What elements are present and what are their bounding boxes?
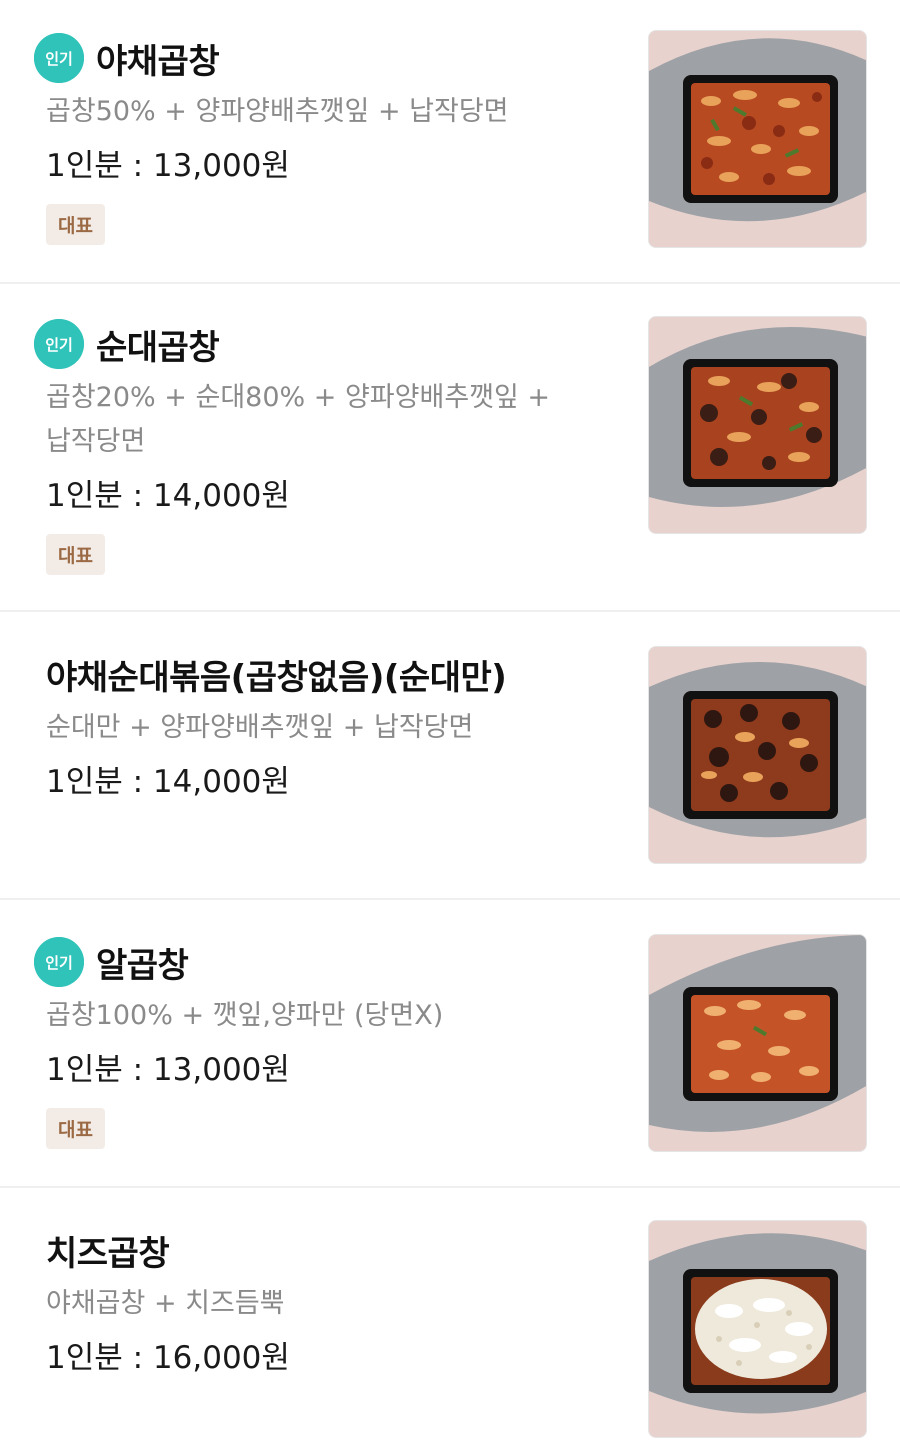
menu-item-cheese-gopchang[interactable]: 치즈곱창 야채곱창 + 치즈듬뿍 1인분 : 16,000원 (0, 1188, 900, 1444)
stir-fried-gopchang-photo[interactable] (648, 30, 867, 248)
sundae-gopchang-photo[interactable] (648, 316, 867, 534)
menu-item-description: 곱창20% + 순대80% + 양파양배추깻잎 + 납작당면 (46, 376, 606, 464)
menu-list: 인기 야채곱창 곱창50% + 양파양배추깻잎 + 납작당면 1인분 : 13,… (0, 0, 900, 1444)
menu-item-name: 치즈곱창 (46, 1233, 170, 1274)
menu-item-al-gopchang[interactable]: 인기 알곱창 곱창100% + 깻잎,양파만 (당면X) 1인분 : 13,00… (0, 900, 900, 1188)
description-line: 납작당면 (46, 426, 146, 457)
al-gopchang-photo[interactable] (648, 934, 867, 1152)
popular-badge: 인기 (34, 33, 84, 83)
menu-item-text: 치즈곱창 야채곱창 + 치즈듬뿍 1인분 : 16,000원 (46, 1222, 606, 1378)
title-row: 인기 알곱창 (34, 934, 606, 990)
description-line: 곱창100% + 깻잎,양파만 (당면X) (46, 1000, 444, 1031)
menu-item-name: 알곱창 (96, 945, 189, 986)
menu-item-price: 1인분 : 14,000원 (46, 764, 290, 800)
menu-item-description: 야채곱창 + 치즈듬뿍 (46, 1282, 606, 1326)
menu-item-text: 인기 야채곱창 곱창50% + 양파양배추깻잎 + 납작당면 1인분 : 13,… (34, 30, 606, 245)
title-row: 인기 야채곱창 (34, 30, 606, 86)
menu-item-name: 야채순대볶음(곱창없음)(순대만) (46, 657, 507, 698)
sundae-bokkeum-photo[interactable] (648, 646, 867, 864)
description-line: 곱창50% + 양파양배추깻잎 + 납작당면 (46, 96, 509, 127)
representative-tag: 대표 (46, 1108, 105, 1149)
menu-item-description: 곱창100% + 깻잎,양파만 (당면X) (46, 994, 606, 1038)
menu-item-price: 1인분 : 14,000원 (46, 478, 290, 514)
menu-item-sundae-gopchang[interactable]: 인기 순대곱창 곱창20% + 순대80% + 양파양배추깻잎 + 납작당면 1… (0, 284, 900, 612)
menu-item-description: 곱창50% + 양파양배추깻잎 + 납작당면 (46, 90, 606, 134)
menu-item-text: 인기 순대곱창 곱창20% + 순대80% + 양파양배추깻잎 + 납작당면 1… (34, 316, 606, 575)
popular-badge: 인기 (34, 319, 84, 369)
menu-item-text: 인기 알곱창 곱창100% + 깻잎,양파만 (당면X) 1인분 : 13,00… (34, 934, 606, 1149)
menu-item-price: 1인분 : 13,000원 (46, 1052, 290, 1088)
menu-item-price: 1인분 : 16,000원 (46, 1340, 290, 1376)
cheese-gopchang-photo[interactable] (648, 1220, 867, 1438)
title-row: 야채순대볶음(곱창없음)(순대만) (46, 646, 606, 702)
menu-item-name: 순대곱창 (96, 327, 220, 368)
menu-item-text: 야채순대볶음(곱창없음)(순대만) 순대만 + 양파양배추깻잎 + 납작당면 1… (46, 646, 606, 802)
menu-item-yachae-gopchang[interactable]: 인기 야채곱창 곱창50% + 양파양배추깻잎 + 납작당면 1인분 : 13,… (0, 0, 900, 284)
popular-badge: 인기 (34, 937, 84, 987)
title-row: 인기 순대곱창 (34, 316, 606, 372)
representative-tag: 대표 (46, 204, 105, 245)
title-row: 치즈곱창 (46, 1222, 606, 1278)
description-line: 곱창20% + 순대80% + 양파양배추깻잎 + (46, 382, 551, 413)
representative-tag: 대표 (46, 534, 105, 575)
description-line: 야채곱창 + 치즈듬뿍 (46, 1288, 285, 1319)
menu-item-price: 1인분 : 13,000원 (46, 148, 290, 184)
menu-item-name: 야채곱창 (96, 41, 220, 82)
menu-item-description: 순대만 + 양파양배추깻잎 + 납작당면 (46, 706, 606, 750)
menu-item-yachae-sundae-bokkeum[interactable]: 야채순대볶음(곱창없음)(순대만) 순대만 + 양파양배추깻잎 + 납작당면 1… (0, 612, 900, 900)
description-line: 순대만 + 양파양배추깻잎 + 납작당면 (46, 712, 474, 743)
